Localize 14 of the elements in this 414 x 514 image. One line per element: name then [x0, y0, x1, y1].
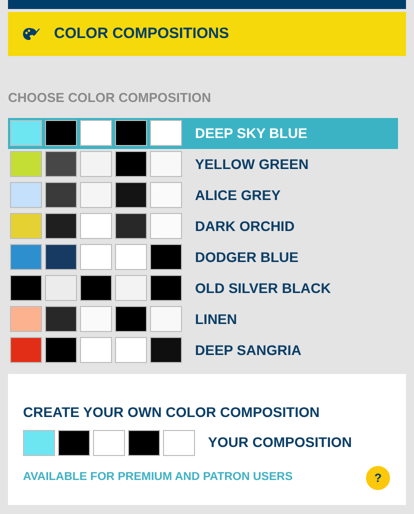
composition-row[interactable]: DODGER BLUE	[8, 242, 398, 272]
premium-note: AVAILABLE FOR PREMIUM AND PATRON USERS	[23, 470, 293, 485]
composition-row[interactable]: DARK ORCHID	[8, 210, 398, 242]
composition-row[interactable]: YELLOW GREEN	[8, 148, 398, 180]
section-title: COLOR COMPOSITIONS	[54, 24, 230, 44]
composition-row[interactable]: DEEP SANGRIA	[8, 334, 398, 366]
composition-row[interactable]: LINEN	[8, 304, 398, 334]
composition-row[interactable]: OLD SILVER BLACK	[8, 272, 398, 304]
palette-icon	[22, 27, 40, 41]
composition-label: YOUR COMPOSITION	[208, 433, 352, 452]
section-heading: CHOOSE COLOR COMPOSITION	[8, 89, 212, 107]
composition-row[interactable]: ALICE GREY	[8, 180, 398, 210]
card-heading: CREATE YOUR OWN COLOR COMPOSITION	[23, 402, 321, 422]
help-button[interactable]: ?	[366, 466, 390, 490]
